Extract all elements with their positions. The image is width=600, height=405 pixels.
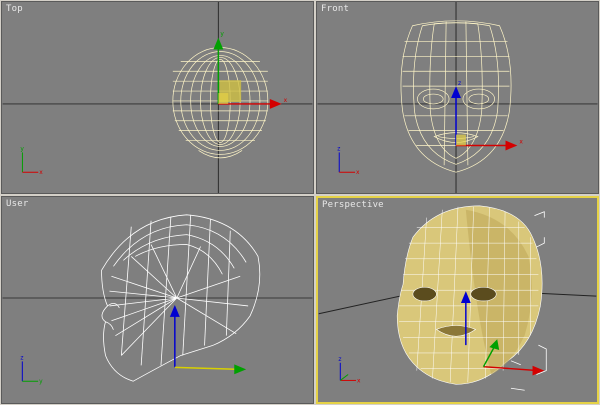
tripod-y-label: y [20,145,24,152]
gizmo-y-label: y [220,31,224,38]
viewport-perspective-label[interactable]: Perspective [322,201,384,210]
viewport-front-canvas[interactable]: x z z x [317,2,598,193]
tripod-x-label: x [357,378,361,384]
viewport-front-label[interactable]: Front [321,5,349,14]
world-axis-tripod-user: z y [20,354,43,385]
viewport-layout: Top x y y x Front x z z x User z y Persp… [0,0,600,405]
viewport-perspective[interactable]: Perspective z x [316,196,599,404]
transform-gizmo-user[interactable] [169,304,247,375]
viewport-top-canvas[interactable]: x y y x [2,2,313,193]
head-shaded-perspective[interactable] [396,205,543,385]
tripod-y-label: y [39,378,43,385]
world-axis-tripod-top: y x [20,145,43,176]
viewport-user[interactable]: User z y [1,196,314,404]
gizmo-x-label: x [284,97,288,104]
viewport-user-canvas[interactable]: z y [2,197,313,403]
gizmo-z-label: z [458,80,461,87]
world-axis-tripod-front: z x [337,145,360,176]
viewport-top[interactable]: Top x y y x [1,1,314,194]
gizmo-x-label: x [519,139,523,146]
viewport-user-label[interactable]: User [6,200,28,209]
tripod-x-label: x [356,169,360,176]
tripod-x-label: x [39,169,43,176]
viewport-top-label[interactable]: Top [6,5,23,14]
tripod-z-label: z [338,357,341,363]
world-axis-tripod-perspective: z x [338,357,361,385]
viewport-front[interactable]: Front x z z x [316,1,599,194]
viewport-perspective-canvas[interactable]: z x [318,198,597,402]
transform-gizmo-top[interactable]: x y [213,31,288,109]
tripod-z-label: z [337,145,340,152]
tripod-z-label: z [20,354,23,361]
